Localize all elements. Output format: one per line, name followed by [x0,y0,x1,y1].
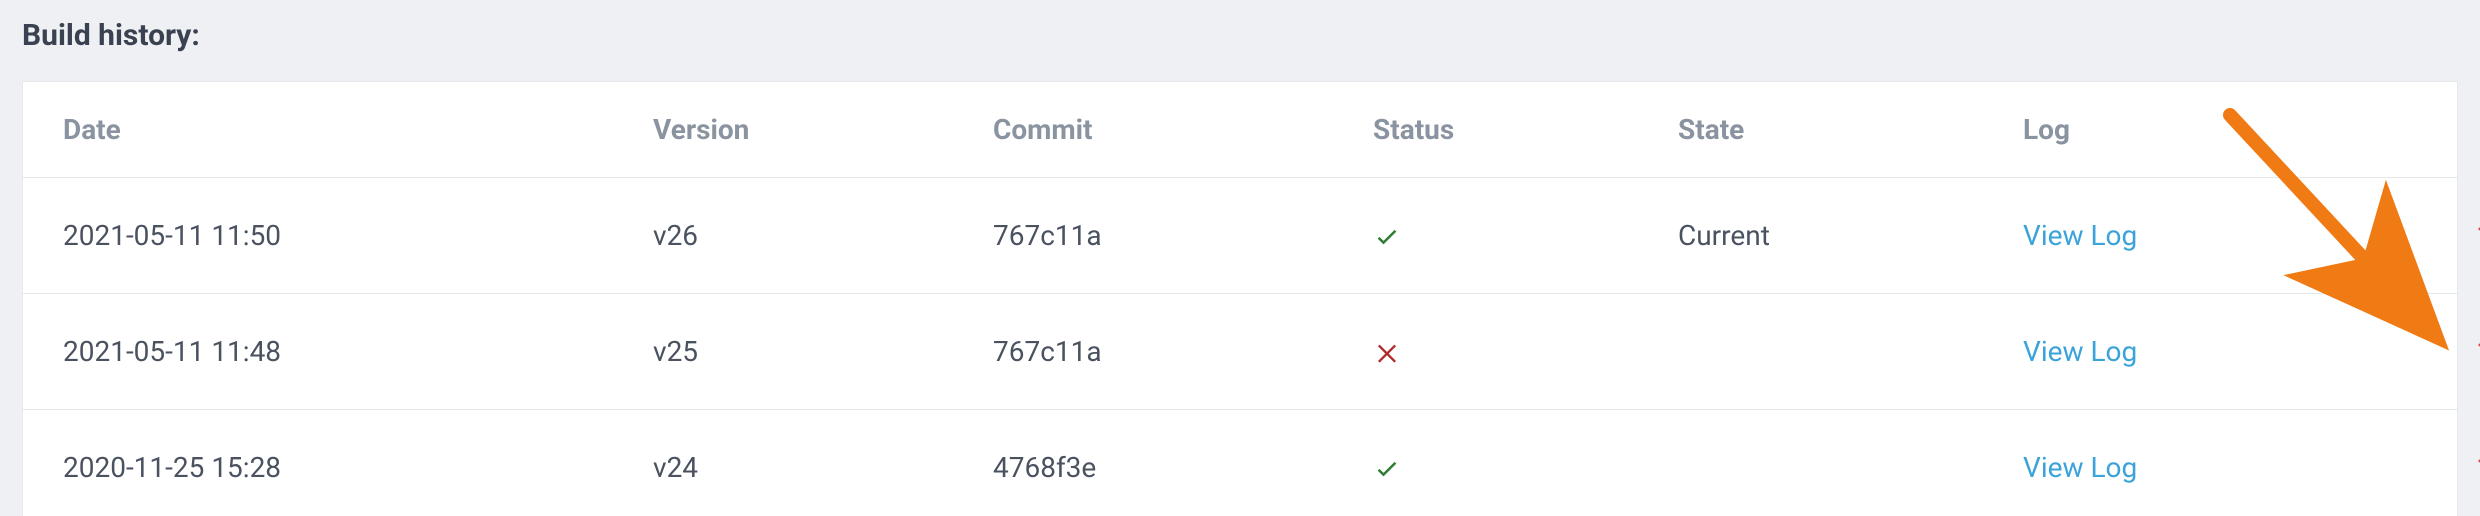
col-log: Log [2023,113,2423,146]
col-state: State [1678,113,2023,146]
trash-icon [2475,453,2480,483]
cell-commit: 767c11a [993,219,1373,252]
section-heading: Build history: [22,18,2458,53]
trash-icon [2475,337,2480,367]
col-status: Status [1373,113,1678,146]
cell-commit: 4768f3e [993,451,1373,484]
cell-date: 2020-11-25 15:28 [63,451,653,484]
table-row: 2021-05-11 11:48 v25 767c11a View Log [23,294,2457,410]
build-history-table: Date Version Commit Status State Log 202… [22,81,2458,516]
check-icon [1373,454,1401,482]
cell-version: v25 [653,335,993,368]
cell-state: Current [1678,219,2023,252]
cross-icon [1373,338,1401,366]
cell-date: 2021-05-11 11:50 [63,219,653,252]
delete-button[interactable] [2475,453,2480,483]
delete-button[interactable] [2475,221,2480,251]
col-commit: Commit [993,113,1373,146]
cell-status [1373,338,1678,366]
table-row: 2021-05-11 11:50 v26 767c11a Current Vie… [23,178,2457,294]
delete-button[interactable] [2475,337,2480,367]
cell-version: v24 [653,451,993,484]
cell-status [1373,454,1678,482]
cell-commit: 767c11a [993,335,1373,368]
view-log-link[interactable]: View Log [2023,451,2137,484]
table-row: 2020-11-25 15:28 v24 4768f3e View Log [23,410,2457,516]
table-header-row: Date Version Commit Status State Log [23,82,2457,178]
trash-icon [2475,221,2480,251]
cell-status [1373,222,1678,250]
view-log-link[interactable]: View Log [2023,219,2137,252]
col-version: Version [653,113,993,146]
cell-date: 2021-05-11 11:48 [63,335,653,368]
col-date: Date [63,113,653,146]
cell-version: v26 [653,219,993,252]
check-icon [1373,222,1401,250]
view-log-link[interactable]: View Log [2023,335,2137,368]
